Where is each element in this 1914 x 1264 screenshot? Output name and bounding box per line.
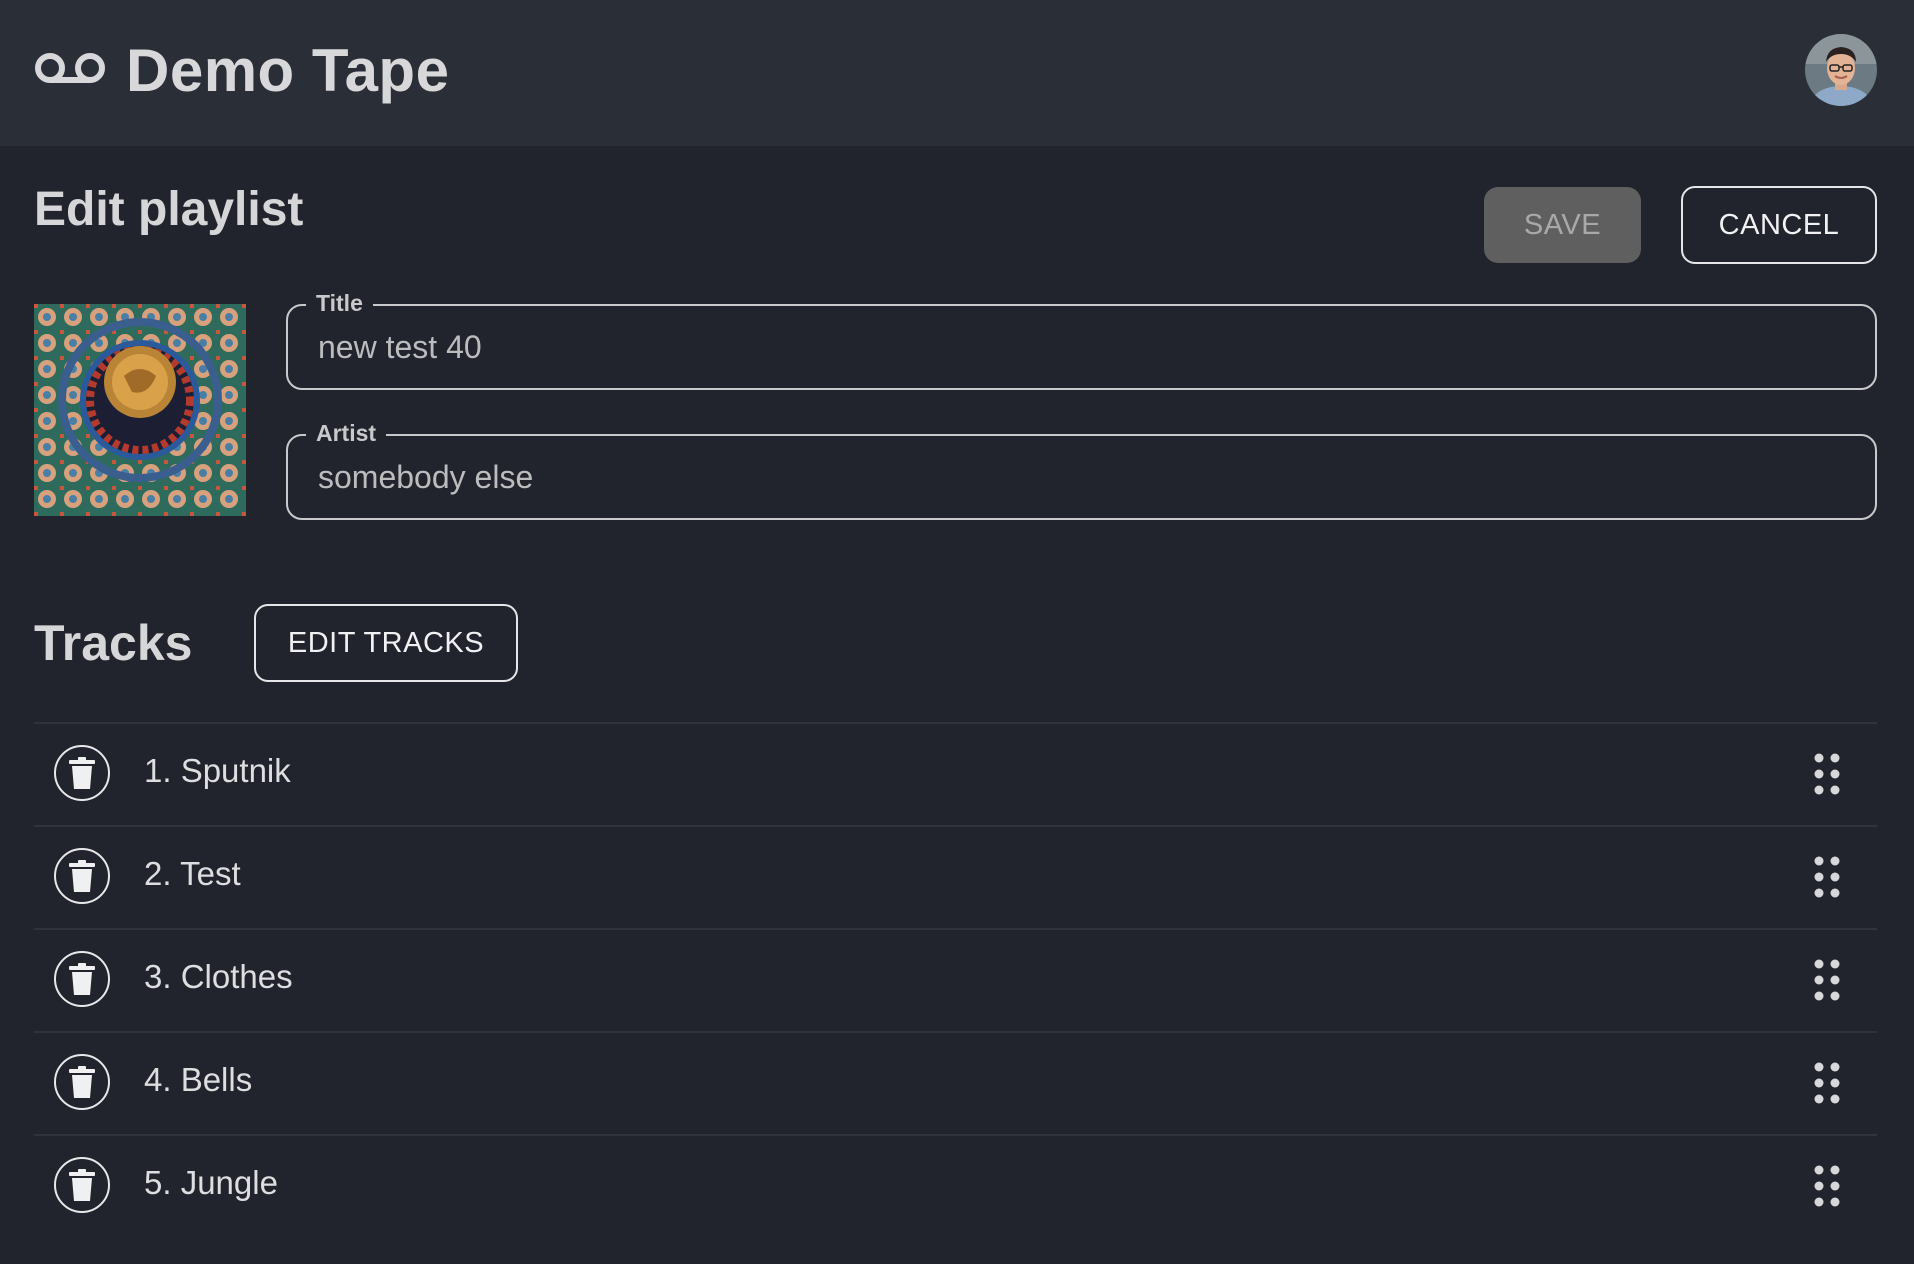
drag-handle-icon[interactable]	[1814, 1062, 1840, 1104]
trash-icon	[69, 1066, 95, 1098]
trash-icon	[69, 757, 95, 789]
trash-icon	[69, 860, 95, 892]
track-label: 4. Bells	[144, 1061, 253, 1098]
edit-tracks-button[interactable]: EDIT TRACKS	[254, 604, 518, 682]
track-row: 5. Jungle	[34, 1134, 1877, 1237]
trash-icon	[69, 1169, 95, 1201]
artist-field: Artist	[286, 420, 1877, 520]
page-title: Edit playlist	[34, 183, 304, 236]
track-list: 1. Sputnik 2. Test 3. Clothes 4. Bells 5…	[34, 722, 1877, 1237]
brand[interactable]: Demo Tape	[34, 30, 449, 110]
track-label: 1. Sputnik	[144, 752, 291, 789]
drag-handle-icon[interactable]	[1814, 959, 1840, 1001]
track-row: 1. Sputnik	[34, 722, 1877, 825]
drag-handle-icon[interactable]	[1814, 753, 1840, 795]
trash-icon	[69, 963, 95, 995]
delete-track-button[interactable]	[54, 1157, 110, 1213]
cancel-button[interactable]: CANCEL	[1681, 186, 1877, 264]
track-label: 5. Jungle	[144, 1164, 278, 1201]
tracks-heading: Tracks	[34, 615, 193, 671]
artist-input[interactable]	[318, 436, 1818, 518]
playlist-cover-image[interactable]	[34, 304, 246, 516]
track-label: 3. Clothes	[144, 958, 293, 995]
user-avatar[interactable]	[1805, 34, 1877, 106]
save-button[interactable]: SAVE	[1484, 187, 1641, 263]
delete-track-button[interactable]	[54, 951, 110, 1007]
delete-track-button[interactable]	[54, 848, 110, 904]
voicemail-icon	[34, 48, 106, 93]
title-field: Title	[286, 290, 1877, 390]
drag-handle-icon[interactable]	[1814, 1165, 1840, 1207]
app-title: Demo Tape	[126, 36, 450, 104]
track-row: 2. Test	[34, 825, 1877, 928]
track-label: 2. Test	[144, 855, 241, 892]
track-row: 4. Bells	[34, 1031, 1877, 1134]
drag-handle-icon[interactable]	[1814, 856, 1840, 898]
top-bar: Demo Tape	[0, 0, 1914, 146]
delete-track-button[interactable]	[54, 745, 110, 801]
title-input[interactable]	[318, 306, 1818, 388]
track-row: 3. Clothes	[34, 928, 1877, 1031]
delete-track-button[interactable]	[54, 1054, 110, 1110]
